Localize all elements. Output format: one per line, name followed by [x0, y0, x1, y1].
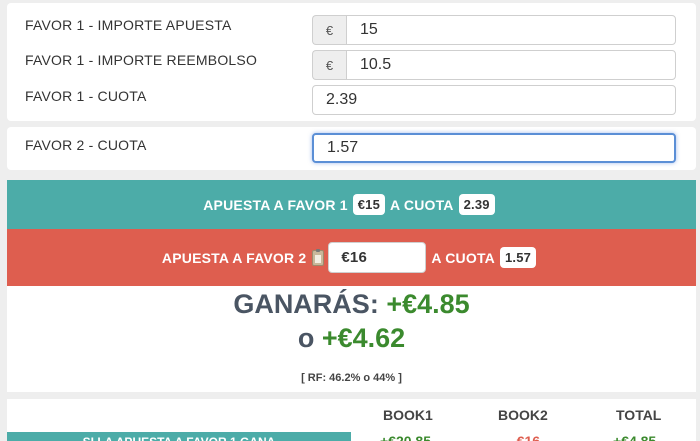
row-label-favor1-wins: SI LA APUESTA A FAVOR 1 GANA: [7, 432, 351, 441]
favor2-inputs-card: FAVOR 2 - CUOTA 1.57: [7, 127, 696, 170]
cell-total: +€4.85: [613, 433, 657, 441]
bet-favor2-bar: APUESTA A FAVOR 2 €16 A CUOTA 1.57: [7, 229, 696, 286]
cell-book2: -€16: [512, 433, 541, 441]
favor1-refund-input[interactable]: 10.5: [346, 50, 676, 80]
alt-gain-value: +€4.62: [321, 323, 406, 353]
favor1-stake-group: € 15: [312, 15, 676, 45]
bet2-odds-label: A CUOTA: [431, 249, 495, 266]
euro-addon: €: [312, 50, 346, 80]
gain-label: GANARÁS:: [233, 289, 379, 319]
or-label: o: [297, 323, 315, 353]
bet1-odds-label: A CUOTA: [390, 196, 454, 213]
favor1-stake-input[interactable]: 15: [346, 15, 676, 45]
clipboard-icon[interactable]: [312, 248, 325, 266]
favor1-odds-input[interactable]: 2.39: [312, 85, 676, 115]
bet2-odds: 1.57: [499, 247, 537, 268]
favor1-stake-label: FAVOR 1 - IMPORTE APUESTA: [25, 17, 232, 33]
bet2-prefix: APUESTA A FAVOR 2: [161, 249, 307, 266]
favor2-odds-input[interactable]: 1.57: [312, 133, 676, 163]
favor2-odds-label: FAVOR 2 - CUOTA: [25, 137, 147, 153]
gain-line: GANARÁS: +€4.85: [7, 289, 696, 320]
rf-text: [ RF: 46.2% o 44% ]: [301, 372, 402, 384]
favor1-odds-label: FAVOR 1 - CUOTA: [25, 88, 147, 104]
bet2-amount-input[interactable]: €16: [328, 242, 427, 273]
favor1-refund-group: € 10.5: [312, 50, 676, 80]
bet-favor1-bar: APUESTA A FAVOR 1 €15 A CUOTA 2.39: [7, 180, 696, 229]
euro-addon: €: [312, 15, 346, 45]
bet1-prefix: APUESTA A FAVOR 1: [203, 196, 348, 213]
cell-book1: +€20.85: [380, 433, 431, 441]
gain-value: +€4.85: [386, 289, 470, 319]
favor1-inputs-card: FAVOR 1 - IMPORTE APUESTA € 15 FAVOR 1 -…: [7, 3, 696, 121]
bet1-amount: €15: [352, 194, 385, 215]
header-book1: BOOK1: [383, 407, 433, 423]
alt-gain-line: o +€4.62: [7, 323, 696, 354]
header-book2: BOOK2: [498, 407, 548, 423]
result-panel: GANARÁS: +€4.85 o +€4.62 [ RF: 46.2% o 4…: [7, 286, 696, 392]
bet1-odds: 2.39: [458, 194, 495, 215]
results-table: BOOK1 BOOK2 TOTAL SI LA APUESTA A FAVOR …: [7, 399, 696, 441]
header-total: TOTAL: [616, 407, 662, 423]
favor1-refund-label: FAVOR 1 - IMPORTE REEMBOLSO: [25, 52, 258, 68]
